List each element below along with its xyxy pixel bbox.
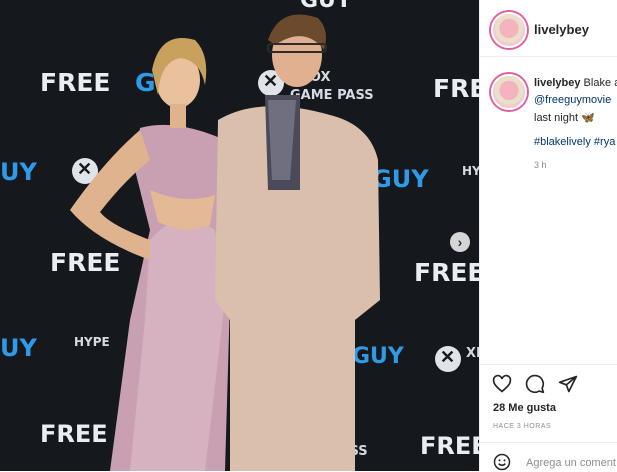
comment-divider [480, 442, 617, 443]
post-sidebar: livelybey livelybey Blake a @freeguymovi… [479, 0, 617, 471]
likes-count[interactable]: 28 Me gusta [493, 402, 556, 414]
avatar[interactable] [491, 74, 527, 110]
actions-divider [480, 364, 617, 365]
post-photo[interactable]: FREE G XBOX GAME PASS FREE GUY UY GUY HY… [0, 0, 479, 471]
comment-bubble-icon[interactable] [525, 374, 545, 394]
heart-icon[interactable] [492, 374, 512, 394]
caption-text: Blake a [583, 77, 617, 89]
paper-plane-icon[interactable] [558, 374, 578, 394]
post-time: HACE 3 HORAS [493, 423, 552, 430]
caption-hashtags[interactable]: #blakelively #rya [534, 136, 615, 148]
people-illustration [70, 14, 380, 471]
header-divider [480, 56, 617, 57]
caption-mention[interactable]: @freeguymovie [534, 94, 611, 106]
caption-time: 3 h [534, 160, 547, 170]
caption-username[interactable]: livelybey [534, 77, 580, 89]
next-photo-button[interactable]: › [450, 232, 470, 252]
comment-input[interactable]: Agrega un coment [526, 457, 616, 469]
post-username[interactable]: livelybey [534, 22, 589, 37]
avatar[interactable] [491, 12, 527, 48]
smiley-icon[interactable] [492, 452, 512, 472]
caption-line-1: livelybey Blake a [534, 77, 617, 89]
caption-line-3: last night 🦋 [534, 112, 595, 124]
